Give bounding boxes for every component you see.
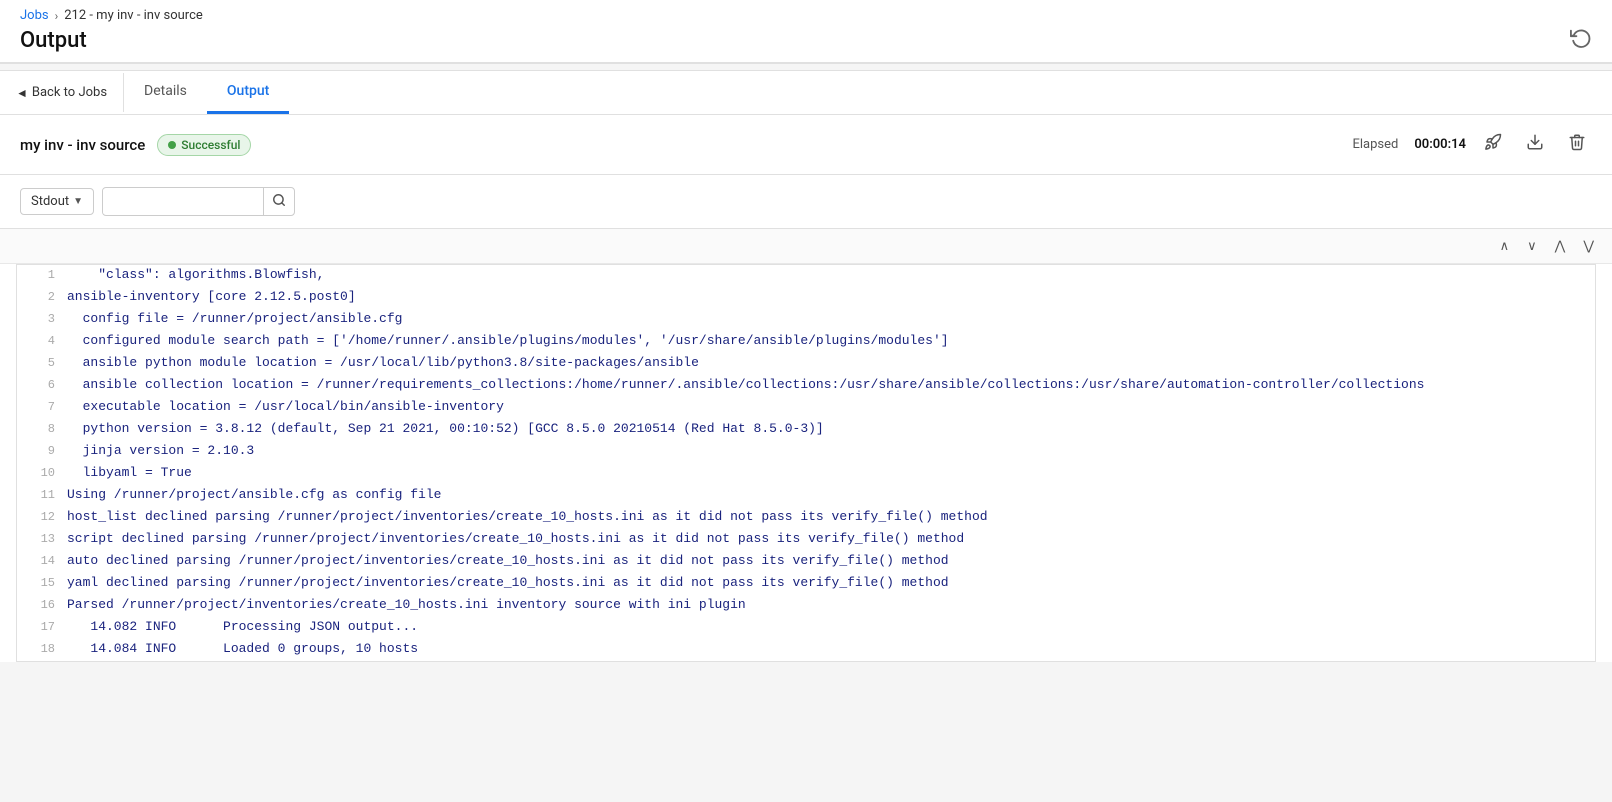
line-content: script declined parsing /runner/project/… xyxy=(67,529,1595,550)
line-content: auto declined parsing /runner/project/in… xyxy=(67,551,1595,572)
line-content: "class": algorithms.Blowfish, xyxy=(67,265,1595,286)
code-area: 1 "class": algorithms.Blowfish,2ansible-… xyxy=(16,264,1596,662)
status-label: Successful xyxy=(181,138,240,152)
line-content: 14.084 INFO Loaded 0 groups, 10 hosts xyxy=(67,639,1595,660)
tab-bar: ◄ Back to Jobs Details Output xyxy=(0,71,1612,115)
table-row: 18 14.084 INFO Loaded 0 groups, 10 hosts xyxy=(17,639,1595,661)
line-content: libyaml = True xyxy=(67,463,1595,484)
breadcrumb-jobs-link[interactable]: Jobs xyxy=(20,8,49,23)
line-content: 14.082 INFO Processing JSON output... xyxy=(67,617,1595,638)
divider xyxy=(0,63,1612,71)
line-number: 12 xyxy=(17,507,67,527)
breadcrumb-separator: › xyxy=(55,9,59,23)
elapsed-time: 00:00:14 xyxy=(1414,137,1466,152)
line-number: 4 xyxy=(17,331,67,351)
line-number: 8 xyxy=(17,419,67,439)
tab-output[interactable]: Output xyxy=(207,71,289,114)
status-badge: Successful xyxy=(157,134,251,156)
table-row: 7 executable location = /usr/local/bin/a… xyxy=(17,397,1595,419)
table-row: 13script declined parsing /runner/projec… xyxy=(17,529,1595,551)
table-row: 2ansible-inventory [core 2.12.5.post0] xyxy=(17,287,1595,309)
nav-down-button[interactable]: ∨ xyxy=(1521,235,1543,257)
delete-button[interactable] xyxy=(1562,129,1592,160)
stdout-dropdown-arrow: ▼ xyxy=(73,196,83,207)
line-number: 9 xyxy=(17,441,67,461)
table-row: 14auto declined parsing /runner/project/… xyxy=(17,551,1595,573)
stdout-label: Stdout xyxy=(31,194,69,209)
line-number: 14 xyxy=(17,551,67,571)
table-row: 4 configured module search path = ['/hom… xyxy=(17,331,1595,353)
table-row: 1 "class": algorithms.Blowfish, xyxy=(17,265,1595,287)
back-to-jobs-tab[interactable]: ◄ Back to Jobs xyxy=(0,73,124,112)
table-row: 3 config file = /runner/project/ansible.… xyxy=(17,309,1595,331)
table-row: 10 libyaml = True xyxy=(17,463,1595,485)
search-button[interactable] xyxy=(263,188,294,215)
breadcrumb-job-name: 212 - my inv - inv source xyxy=(64,8,203,23)
table-row: 9 jinja version = 2.10.3 xyxy=(17,441,1595,463)
line-number: 6 xyxy=(17,375,67,395)
table-row: 5 ansible python module location = /usr/… xyxy=(17,353,1595,375)
tab-details[interactable]: Details xyxy=(124,71,207,114)
line-number: 10 xyxy=(17,463,67,483)
line-content: executable location = /usr/local/bin/ans… xyxy=(67,397,1595,418)
line-content: yaml declined parsing /runner/project/in… xyxy=(67,573,1595,594)
job-actions: Elapsed 00:00:14 xyxy=(1352,129,1592,160)
table-row: 11Using /runner/project/ansible.cfg as c… xyxy=(17,485,1595,507)
line-number: 15 xyxy=(17,573,67,593)
nav-top-button[interactable]: ⋀ xyxy=(1549,235,1572,257)
history-icon[interactable] xyxy=(1570,27,1592,54)
back-to-jobs-label: Back to Jobs xyxy=(32,85,107,100)
line-number: 11 xyxy=(17,485,67,505)
rocket-button[interactable] xyxy=(1478,129,1508,160)
line-number: 16 xyxy=(17,595,67,615)
line-content: host_list declined parsing /runner/proje… xyxy=(67,507,1595,528)
download-button[interactable] xyxy=(1520,129,1550,160)
line-number: 3 xyxy=(17,309,67,329)
line-content: ansible collection location = /runner/re… xyxy=(67,375,1595,396)
nav-up-button[interactable]: ∧ xyxy=(1494,235,1516,257)
line-number: 13 xyxy=(17,529,67,549)
page-title: Output xyxy=(20,28,87,53)
search-wrap xyxy=(102,187,295,216)
nav-bottom-button[interactable]: ⋁ xyxy=(1577,235,1600,257)
line-content: ansible-inventory [core 2.12.5.post0] xyxy=(67,287,1595,308)
line-content: Using /runner/project/ansible.cfg as con… xyxy=(67,485,1595,506)
line-content: python version = 3.8.12 (default, Sep 21… xyxy=(67,419,1595,440)
line-content: jinja version = 2.10.3 xyxy=(67,441,1595,462)
table-row: 16Parsed /runner/project/inventories/cre… xyxy=(17,595,1595,617)
line-content: configured module search path = ['/home/… xyxy=(67,331,1595,352)
table-row: 8 python version = 3.8.12 (default, Sep … xyxy=(17,419,1595,441)
job-name: my inv - inv source xyxy=(20,136,145,154)
line-number: 17 xyxy=(17,617,67,637)
status-dot xyxy=(168,141,176,149)
job-title-section: my inv - inv source Successful xyxy=(20,134,251,156)
stdout-select[interactable]: Stdout ▼ xyxy=(20,188,94,215)
output-toolbar: ∧ ∨ ⋀ ⋁ xyxy=(0,229,1612,264)
elapsed-label: Elapsed xyxy=(1352,137,1398,152)
table-row: 6 ansible collection location = /runner/… xyxy=(17,375,1595,397)
job-header: my inv - inv source Successful Elapsed 0… xyxy=(0,115,1612,175)
line-number: 1 xyxy=(17,265,67,285)
search-input[interactable] xyxy=(103,189,263,214)
back-arrow-icon: ◄ xyxy=(16,86,28,100)
line-number: 2 xyxy=(17,287,67,307)
output-panel: ∧ ∨ ⋀ ⋁ 1 "class": algorithms.Blowfish,2… xyxy=(0,229,1612,662)
line-content: config file = /runner/project/ansible.cf… xyxy=(67,309,1595,330)
line-number: 7 xyxy=(17,397,67,417)
table-row: 17 14.082 INFO Processing JSON output... xyxy=(17,617,1595,639)
breadcrumb: Jobs › 212 - my inv - inv source xyxy=(20,8,1592,23)
line-number: 5 xyxy=(17,353,67,373)
table-row: 15yaml declined parsing /runner/project/… xyxy=(17,573,1595,595)
table-row: 12host_list declined parsing /runner/pro… xyxy=(17,507,1595,529)
line-content: ansible python module location = /usr/lo… xyxy=(67,353,1595,374)
filter-bar: Stdout ▼ xyxy=(0,175,1612,229)
line-number: 18 xyxy=(17,639,67,659)
line-content: Parsed /runner/project/inventories/creat… xyxy=(67,595,1595,616)
